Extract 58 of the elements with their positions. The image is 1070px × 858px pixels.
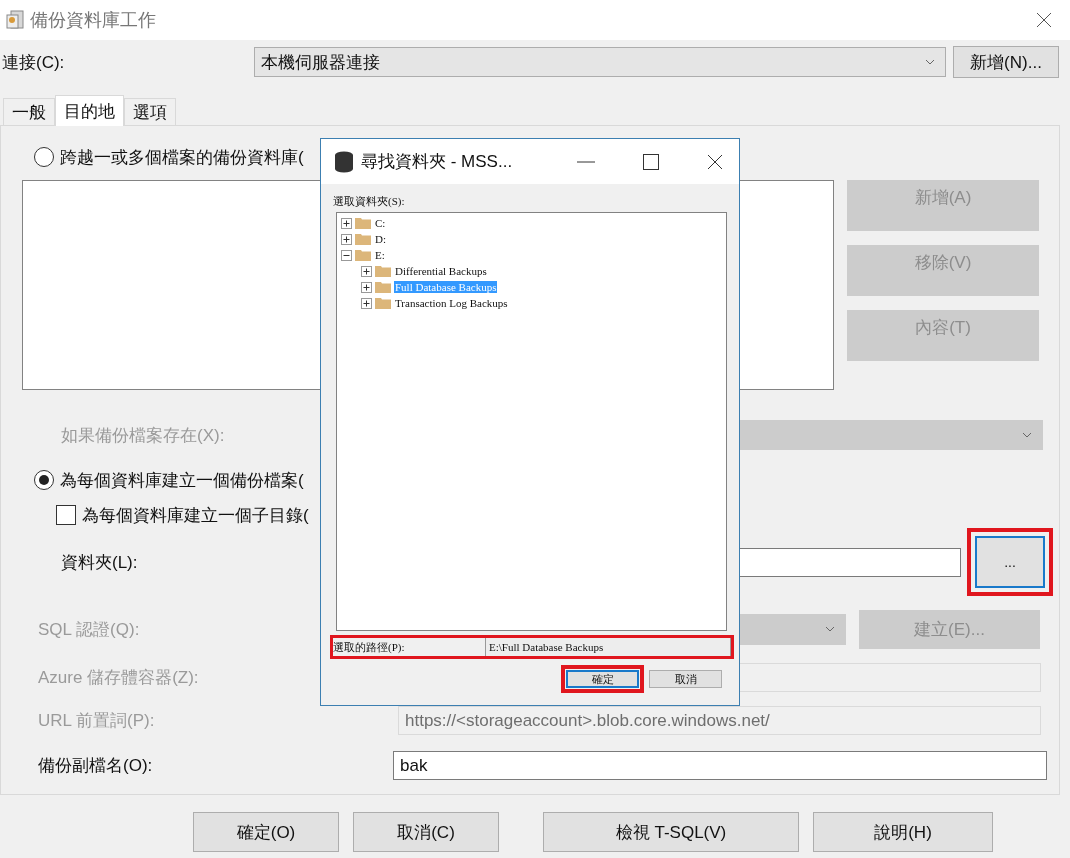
tree-item[interactable]: C: [374, 217, 387, 229]
dialog-title: 尋找資料夾 - MSS... [361, 151, 513, 173]
folder-icon [355, 217, 371, 229]
extension-field[interactable]: bak [393, 751, 1047, 780]
checkbox-label: 為每個資料庫建立一個子目錄( [82, 504, 309, 527]
chevron-down-icon [825, 626, 835, 632]
tree-item[interactable]: D: [374, 233, 387, 245]
maximize-icon[interactable] [643, 153, 659, 170]
dialog-button[interactable]: 說明(H) [813, 812, 993, 852]
expand-icon[interactable] [341, 217, 352, 229]
window-title: 備份資料庫工作 [30, 9, 156, 32]
if-exists-label: 如果備份檔案存在(X): [60, 424, 226, 447]
radio-label: 為每個資料庫建立一個備份檔案( [60, 469, 304, 492]
dialog-button[interactable]: 取消(C) [353, 812, 499, 852]
dialog-button[interactable]: 檢視 T-SQL(V) [543, 812, 799, 852]
folder-label: 資料夾(L): [60, 551, 139, 574]
tab[interactable]: 選項 [124, 98, 176, 125]
expand-icon[interactable] [361, 297, 372, 309]
folder-icon [355, 249, 371, 261]
expand-icon[interactable] [361, 281, 372, 293]
folder-icon [375, 297, 391, 309]
expand-icon[interactable] [341, 233, 352, 245]
tree-item[interactable]: E: [374, 249, 386, 261]
new-connection-button[interactable]: 新增(N)... [953, 46, 1059, 78]
expand-icon[interactable] [361, 265, 372, 277]
chevron-down-icon [1022, 432, 1032, 438]
checkbox[interactable] [56, 505, 76, 525]
chevron-down-icon [925, 59, 935, 65]
sql-credential-label: SQL 認證(Q): [37, 618, 141, 641]
close-icon[interactable] [707, 153, 723, 170]
folder-icon [375, 281, 391, 293]
browse-button[interactable]: ... [975, 536, 1045, 588]
collapse-icon[interactable] [341, 249, 352, 261]
connection-label: 連接(C): [1, 51, 66, 74]
radio-label: 跨越一或多個檔案的備份資料庫( [60, 146, 304, 169]
dialog-button[interactable]: 確定 [566, 670, 639, 688]
radio-button[interactable] [34, 470, 54, 490]
folder-icon [375, 265, 391, 277]
azure-container-label: Azure 儲存體容器(Z): [37, 667, 200, 689]
dialog-button[interactable]: 取消 [649, 670, 722, 688]
path-label: 選取的路徑(P): [333, 639, 406, 655]
extension-label: 備份副檔名(O): [37, 755, 154, 777]
connection-dropdown[interactable]: 本機伺服器連接 [254, 47, 946, 77]
folder-icon [355, 233, 371, 245]
minimize-icon[interactable] [577, 160, 595, 163]
close-icon[interactable] [1036, 12, 1052, 28]
tab[interactable]: 目的地 [55, 95, 124, 126]
tree-item[interactable]: Differential Backups [394, 265, 488, 277]
path-field[interactable]: E:\Full Database Backups [485, 638, 731, 656]
folder-tree[interactable]: C: D: E: Differential Backups Full Database Backups Transaction Log Backups [336, 212, 727, 631]
radio-button[interactable] [34, 147, 54, 167]
tree-item[interactable]: Transaction Log Backups [394, 297, 509, 309]
tab[interactable]: 一般 [3, 98, 55, 125]
dialog-button[interactable]: 確定(O) [193, 812, 339, 852]
database-task-icon [6, 10, 24, 30]
database-icon [335, 150, 353, 173]
url-prefix-label: URL 前置詞(P): [37, 710, 156, 732]
tree-label: 選取資料夾(S): [332, 194, 406, 209]
